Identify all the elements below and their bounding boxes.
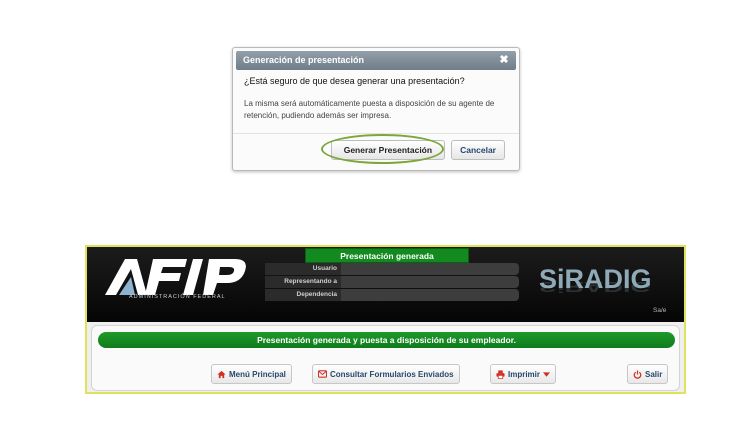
usuario-value bbox=[341, 263, 519, 275]
representando-value bbox=[341, 276, 519, 288]
menu-principal-label: Menú Principal bbox=[229, 369, 286, 379]
success-message: Presentación generada y puesta a disposi… bbox=[98, 332, 675, 348]
representando-label: Representando a bbox=[265, 276, 341, 288]
dependencia-value bbox=[341, 289, 519, 301]
info-row-dependencia: Dependencia bbox=[265, 289, 519, 301]
home-icon bbox=[217, 370, 226, 379]
header-suffix-text: Sa/e bbox=[653, 307, 667, 314]
printer-icon bbox=[496, 369, 505, 379]
status-tab: Presentación generada bbox=[305, 248, 469, 263]
generar-presentacion-button[interactable]: Generar Presentación bbox=[330, 140, 446, 160]
result-panel: Presentación generada y puesta a disposi… bbox=[91, 325, 680, 391]
salir-label: Salir bbox=[645, 369, 663, 379]
imprimir-label: Imprimir bbox=[508, 369, 541, 379]
afip-logo bbox=[105, 259, 246, 295]
info-row-usuario: Usuario bbox=[265, 263, 519, 275]
dialog-button-group: Generar Presentación Cancelar bbox=[330, 140, 505, 160]
chevron-down-icon bbox=[543, 371, 551, 377]
consultar-formularios-label: Consultar Formularios Enviados bbox=[330, 369, 454, 379]
dialog-title-bar: Generación de presentación ✖ bbox=[236, 51, 516, 70]
dependencia-label: Dependencia bbox=[265, 289, 341, 301]
app-header: ADMINISTRACIÓN FEDERAL Presentación gene… bbox=[87, 247, 684, 322]
dialog-question: ¿Está seguro de que desea generar una pr… bbox=[244, 76, 465, 86]
consultar-formularios-button[interactable]: Consultar Formularios Enviados bbox=[312, 364, 460, 384]
afip-subtitle: ADMINISTRACIÓN FEDERAL bbox=[129, 294, 226, 300]
mail-icon bbox=[318, 370, 327, 378]
confirm-dialog: Generación de presentación ✖ ¿Está segur… bbox=[232, 47, 520, 171]
salir-button[interactable]: Salir bbox=[627, 364, 669, 384]
cancel-button[interactable]: Cancelar bbox=[451, 140, 505, 160]
imprimir-button[interactable]: Imprimir bbox=[490, 364, 557, 384]
user-info: Usuario Representando a Dependencia bbox=[265, 263, 519, 302]
dialog-message: La misma será automáticamente puesta a d… bbox=[244, 99, 495, 120]
siradig-panel: ADMINISTRACIÓN FEDERAL Presentación gene… bbox=[85, 245, 686, 394]
siradig-logo-reflection: SiRADIG bbox=[539, 278, 652, 296]
info-row-representando: Representando a bbox=[265, 276, 519, 288]
usuario-label: Usuario bbox=[265, 263, 341, 275]
close-icon[interactable]: ✖ bbox=[498, 51, 510, 70]
menu-principal-button[interactable]: Menú Principal bbox=[211, 364, 292, 384]
dialog-title: Generación de presentación bbox=[243, 55, 365, 65]
power-icon bbox=[633, 369, 642, 379]
dialog-divider bbox=[233, 133, 519, 134]
